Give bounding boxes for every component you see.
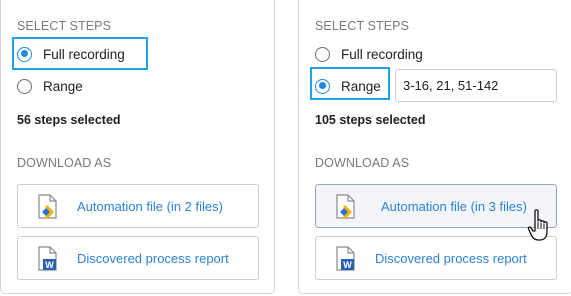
range-option[interactable]: Range bbox=[17, 75, 83, 97]
download-panel-right: SELECT STEPS Full recording Range 105 st… bbox=[298, 0, 571, 294]
automation-file-label: Automation file (in 3 files) bbox=[381, 198, 527, 214]
full-recording-label: Full recording bbox=[341, 46, 423, 62]
word-document-icon: W bbox=[336, 245, 355, 271]
range-radio[interactable] bbox=[17, 78, 32, 94]
full-recording-option[interactable]: Full recording bbox=[315, 43, 423, 65]
word-letter: W bbox=[45, 260, 54, 270]
range-option[interactable]: Range bbox=[315, 75, 381, 97]
automation-file-button[interactable]: Automation file (in 3 files) bbox=[315, 184, 557, 228]
word-letter: W bbox=[343, 260, 352, 270]
automation-file-icon bbox=[38, 193, 57, 219]
select-steps-heading: SELECT STEPS bbox=[315, 19, 410, 33]
download-panel-left: SELECT STEPS Full recording Range 56 ste… bbox=[0, 0, 275, 294]
full-recording-radio[interactable] bbox=[315, 46, 330, 62]
automation-file-button[interactable]: Automation file (in 2 files) bbox=[17, 184, 259, 228]
process-report-button[interactable]: W Discovered process report bbox=[315, 236, 557, 280]
range-radio[interactable] bbox=[315, 78, 330, 94]
hand-cursor-icon bbox=[527, 209, 548, 241]
process-report-button[interactable]: W Discovered process report bbox=[17, 236, 259, 280]
range-input[interactable] bbox=[395, 69, 557, 102]
full-recording-option[interactable]: Full recording bbox=[17, 43, 125, 65]
word-document-icon: W bbox=[38, 245, 57, 271]
steps-selected-count: 56 steps selected bbox=[17, 113, 121, 127]
automation-file-icon bbox=[336, 193, 355, 219]
select-steps-heading: SELECT STEPS bbox=[17, 19, 112, 33]
download-as-heading: DOWNLOAD AS bbox=[315, 156, 410, 170]
download-as-heading: DOWNLOAD AS bbox=[17, 156, 112, 170]
range-label: Range bbox=[43, 78, 83, 94]
full-recording-radio[interactable] bbox=[17, 46, 32, 62]
full-recording-label: Full recording bbox=[43, 46, 125, 62]
steps-selected-count: 105 steps selected bbox=[315, 113, 426, 127]
process-report-label: Discovered process report bbox=[375, 250, 527, 266]
range-label: Range bbox=[341, 78, 381, 94]
automation-file-label: Automation file (in 2 files) bbox=[77, 198, 223, 214]
process-report-label: Discovered process report bbox=[77, 250, 229, 266]
